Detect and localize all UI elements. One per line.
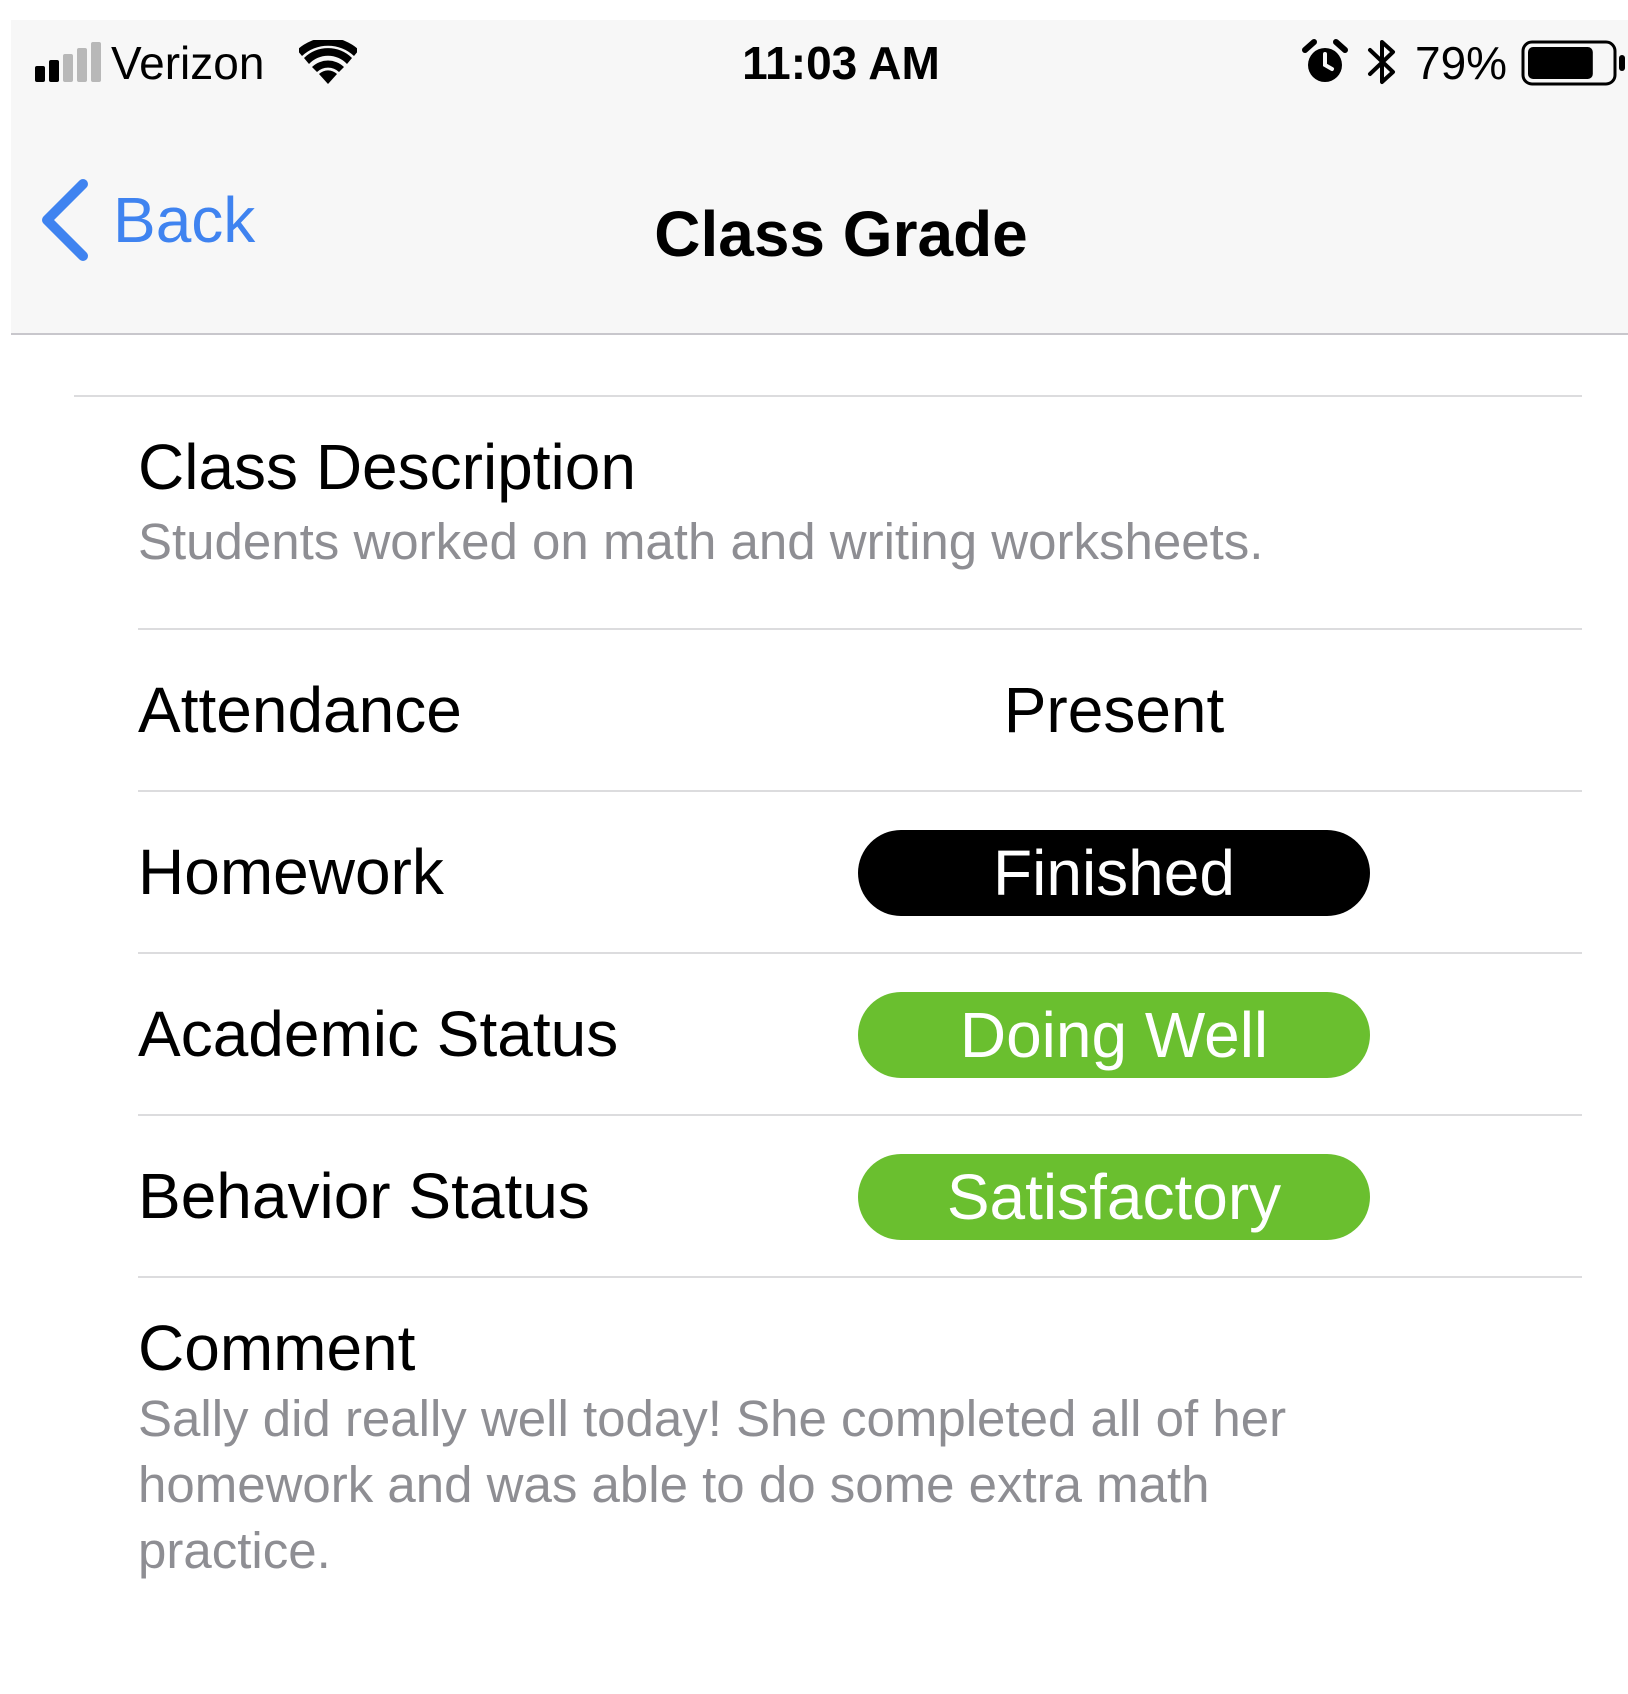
attendance-row: Attendance Present (138, 630, 1582, 792)
homework-row: Homework Finished (138, 792, 1582, 954)
top-bars: Verizon 11:03 AM 79% Back Class Grade (11, 20, 1628, 335)
comment-text: Sally did really well today! She complet… (138, 1390, 1287, 1579)
page-title: Class Grade (654, 198, 1028, 270)
navigation-bar: Back Class Grade (11, 110, 1628, 335)
comment-row: Comment Sally did really well today! She… (138, 1278, 1582, 1694)
bluetooth-icon (1368, 40, 1395, 84)
homework-label: Homework (138, 836, 444, 908)
class-description-label: Class Description (138, 431, 636, 503)
comment-label: Comment (138, 1312, 416, 1384)
battery-icon (1521, 40, 1625, 86)
academic-status-badge: Doing Well (858, 992, 1370, 1078)
attendance-label: Attendance (138, 674, 462, 746)
academic-status-row: Academic Status Doing Well (138, 954, 1582, 1116)
class-description-text: Students worked on math and writing work… (138, 513, 1264, 570)
behavior-status-label: Behavior Status (138, 1160, 590, 1232)
status-bar: Verizon 11:03 AM 79% (11, 20, 1628, 110)
battery-percentage: 79% (1415, 37, 1508, 89)
behavior-status-row: Behavior Status Satisfactory (138, 1116, 1582, 1278)
behavior-status-badge: Satisfactory (858, 1154, 1370, 1240)
class-description-row: Class Description Students worked on mat… (138, 397, 1582, 630)
academic-status-label: Academic Status (138, 998, 619, 1070)
alarm-icon (1302, 39, 1348, 82)
homework-status-badge: Finished (858, 830, 1370, 916)
attendance-value: Present (1003, 674, 1225, 746)
class-grade-screen: Verizon 11:03 AM 79% Back Class Grade Cl… (0, 0, 1628, 1694)
